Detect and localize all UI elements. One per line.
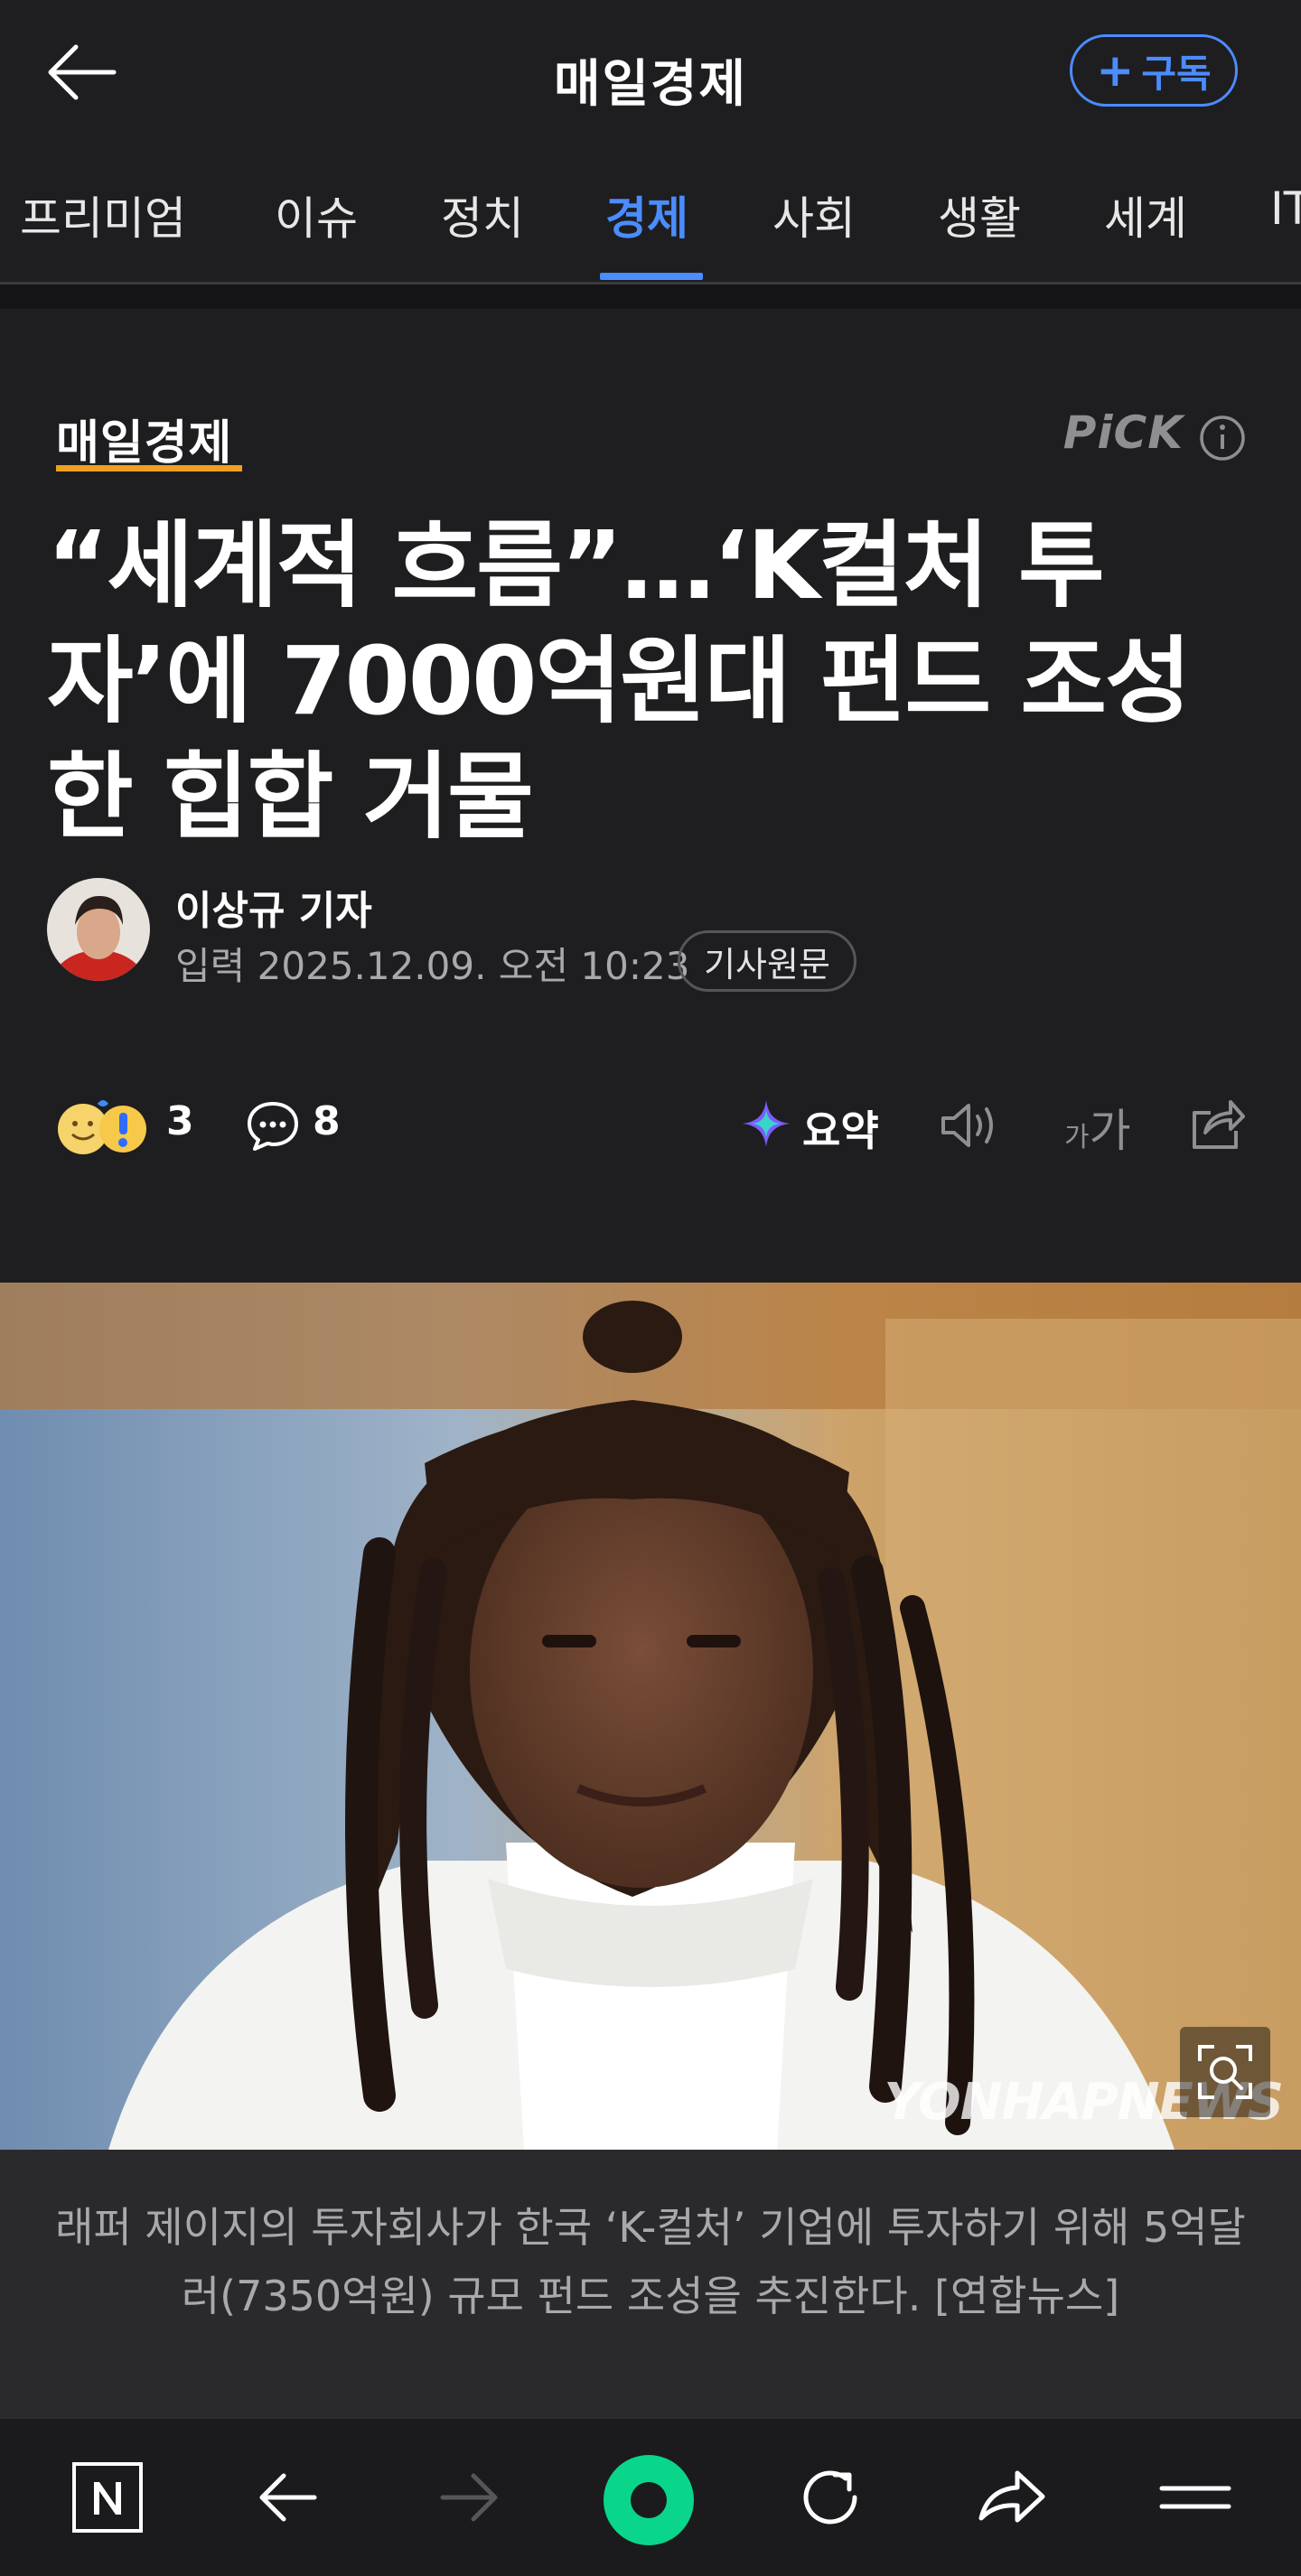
nav-back-icon[interactable] <box>249 2459 327 2536</box>
press-logo[interactable]: 매일경제 <box>56 405 232 472</box>
naver-home-icon[interactable] <box>69 2459 146 2536</box>
category-tabs: 프리미엄 이슈 정치 경제 사회 생활 세계 IT <box>0 163 1301 285</box>
zoom-photo-icon[interactable] <box>1180 2027 1270 2117</box>
font-size-large-glyph: 가 <box>1089 1105 1131 1157</box>
active-tab-indicator <box>600 273 703 280</box>
subscribe-label: 구독 <box>1141 51 1212 96</box>
speech-bubble-icon[interactable] <box>244 1098 302 1153</box>
reporter-avatar[interactable] <box>47 878 150 981</box>
font-size-small-glyph: 가 <box>1064 1122 1090 1153</box>
photo-caption: 래퍼 제이지의 투자회사가 한국 ‘K-컬처’ 기업에 투자하기 위해 5억달러… <box>55 2203 1246 2320</box>
summary-button[interactable]: 요약 <box>802 1098 879 1158</box>
top-bar: 매일경제 + 구독 <box>0 0 1301 149</box>
original-article-button[interactable]: 기사원문 <box>678 930 856 992</box>
tab-society[interactable]: 사회 <box>772 182 856 247</box>
green-dot-icon[interactable] <box>602 2453 696 2547</box>
subscribe-button[interactable]: + 구독 <box>1070 34 1238 107</box>
info-circle-icon[interactable] <box>1198 414 1247 462</box>
section-separator <box>0 285 1301 309</box>
tab-issue[interactable]: 이슈 <box>275 182 358 247</box>
speaker-icon[interactable] <box>938 1097 1003 1154</box>
share-arrow-icon[interactable] <box>972 2459 1050 2536</box>
font-size-button[interactable]: 가가 <box>1064 1095 1131 1160</box>
plus-icon: + <box>1096 44 1135 97</box>
tab-it[interactable]: IT <box>1270 182 1301 235</box>
browser-bottom-bar <box>0 2417 1301 2576</box>
comment-count: 8 <box>313 1098 341 1144</box>
tab-world[interactable]: 세계 <box>1104 182 1187 247</box>
photo-image <box>0 1283 1301 2150</box>
tab-premium[interactable]: 프리미엄 <box>20 182 186 247</box>
reporter-name[interactable]: 이상규 기자 <box>175 878 372 936</box>
menu-icon[interactable] <box>1156 2459 1234 2536</box>
publish-date: 입력 2025.12.09. 오전 10:23 <box>175 944 690 988</box>
sparkle-icon[interactable] <box>739 1097 793 1151</box>
reaction-count: 3 <box>166 1098 194 1144</box>
tab-life[interactable]: 생활 <box>938 182 1021 247</box>
article-photo[interactable]: YONHAPNEWS <box>0 1283 1301 2150</box>
share-icon[interactable] <box>1185 1095 1247 1153</box>
article-action-bar: 3 8 요약 가가 <box>0 1084 1301 1174</box>
press-logo-underline <box>56 465 242 471</box>
pick-badge: PiCK <box>1062 406 1184 459</box>
article-headline: “세계적 흐름”…‘K컬처 투자’에 7000억원대 펀드 조성한 힙합 거물 <box>47 510 1192 852</box>
tab-politics[interactable]: 정치 <box>441 182 524 247</box>
avatar-image <box>47 878 150 981</box>
tab-economy[interactable]: 경제 <box>605 182 688 247</box>
nav-forward-icon <box>440 2473 498 2522</box>
emoji-reaction-icon[interactable] <box>54 1095 159 1158</box>
reload-icon[interactable] <box>791 2459 869 2536</box>
